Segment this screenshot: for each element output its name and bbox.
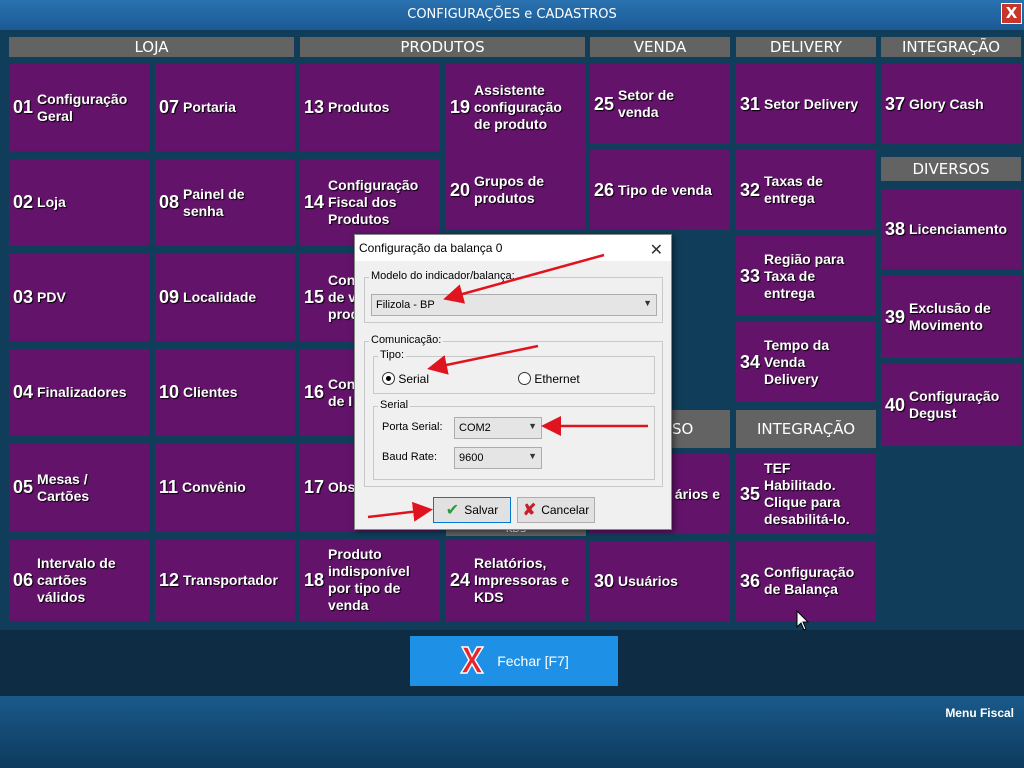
arrow-salvar	[367, 501, 433, 522]
arrow-modelo	[443, 253, 605, 304]
arrow-tipo	[427, 344, 539, 375]
annotation-arrows	[367, 253, 648, 522]
